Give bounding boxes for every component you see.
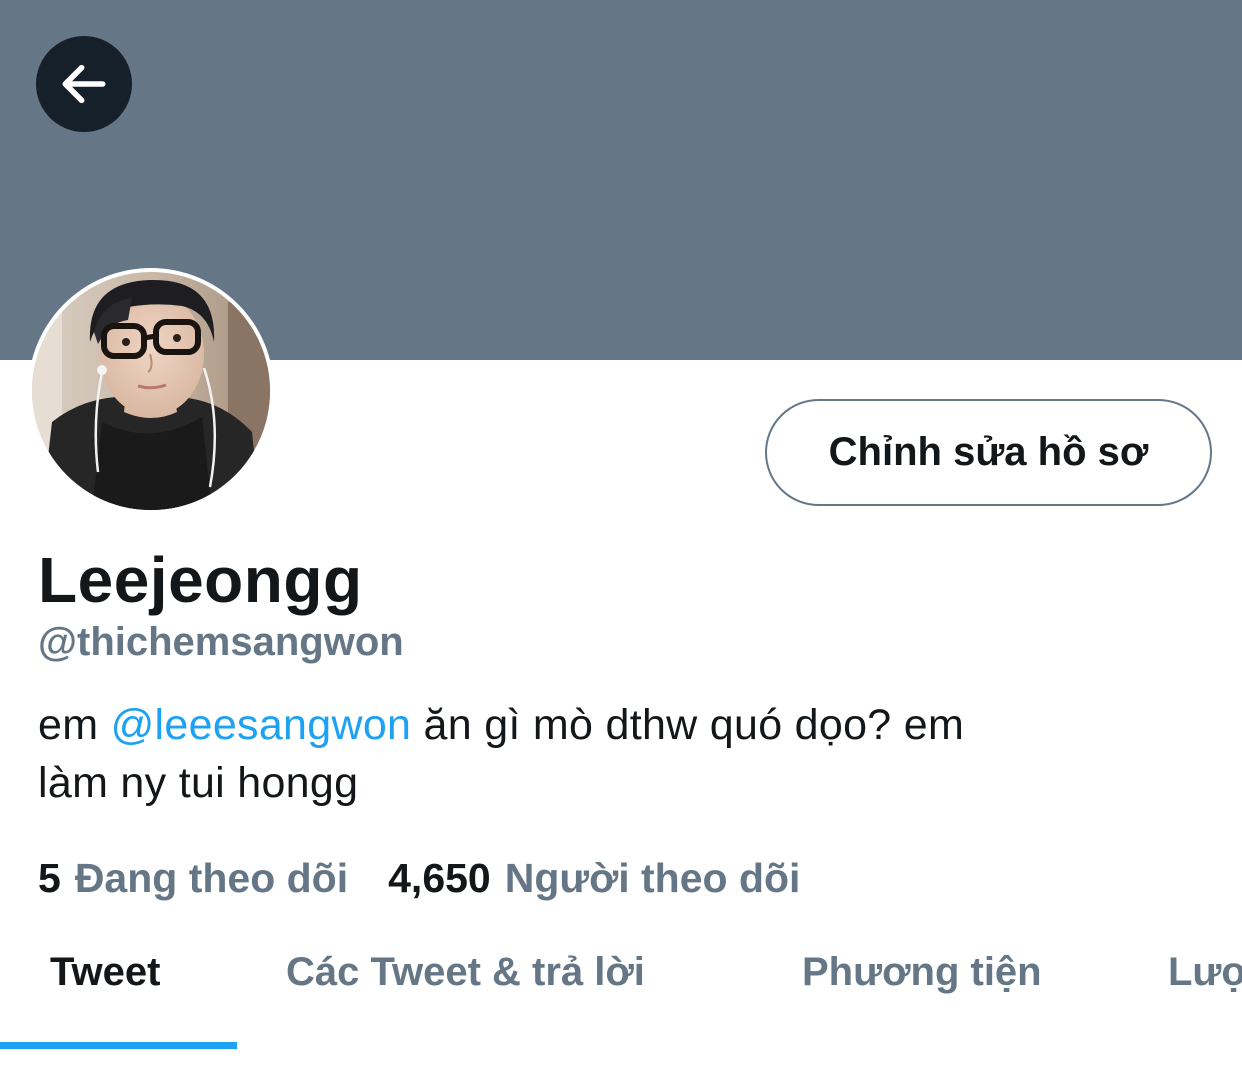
tab-tweets-replies[interactable]: Các Tweet & trả lời: [286, 950, 645, 995]
following-link[interactable]: 5 Đang theo dõi: [38, 855, 348, 902]
following-count: 5: [38, 855, 61, 901]
tab-media[interactable]: Phương tiện: [802, 950, 1042, 995]
bio-text: ăn gì mò dthw quó dọo? em: [411, 701, 965, 749]
edit-profile-button[interactable]: Chỉnh sửa hồ sơ: [765, 399, 1212, 506]
followers-label: Người theo dõi: [504, 855, 801, 901]
followers-link[interactable]: 4,650 Người theo dõi: [388, 855, 800, 902]
follow-stats: 5 Đang theo dõi 4,650 Người theo dõi: [38, 855, 800, 902]
back-button[interactable]: [36, 36, 132, 132]
tab-tweets[interactable]: Tweet: [50, 950, 160, 995]
avatar[interactable]: [28, 268, 274, 514]
active-tab-indicator: [0, 1042, 237, 1049]
user-handle: @thichemsangwon: [38, 620, 404, 664]
bio-text: em: [38, 701, 111, 749]
followers-count: 4,650: [388, 855, 491, 901]
bio-mention-link[interactable]: @leeesangwon: [111, 701, 412, 749]
tab-likes[interactable]: Lượt thích: [1168, 950, 1242, 995]
following-label: Đang theo dõi: [74, 855, 349, 901]
avatar-photo: [32, 272, 270, 510]
profile-bio: em @leeesangwon ăn gì mò dthw quó dọo? e…: [38, 696, 1208, 812]
profile-page: Chỉnh sửa hồ sơ Leejeongg @thichemsangwo…: [0, 0, 1242, 1073]
bio-text: làm ny tui hongg: [38, 759, 359, 807]
arrow-left-icon: [56, 56, 112, 112]
display-name: Leejeongg: [38, 544, 363, 616]
profile-tabs: Tweet Các Tweet & trả lời Phương tiện Lư…: [0, 940, 1242, 1050]
